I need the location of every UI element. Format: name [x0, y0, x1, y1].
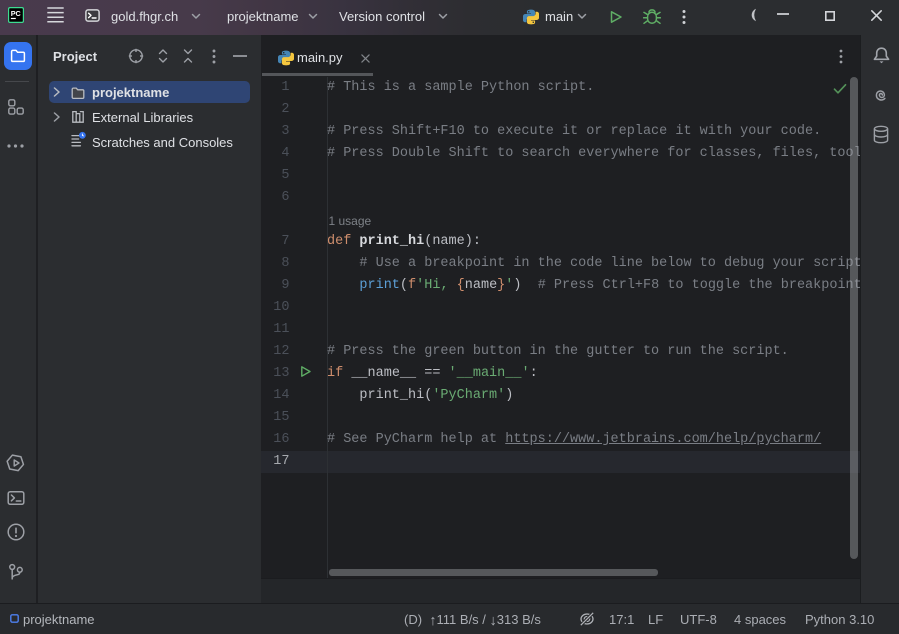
svg-text:PC: PC — [11, 9, 22, 18]
